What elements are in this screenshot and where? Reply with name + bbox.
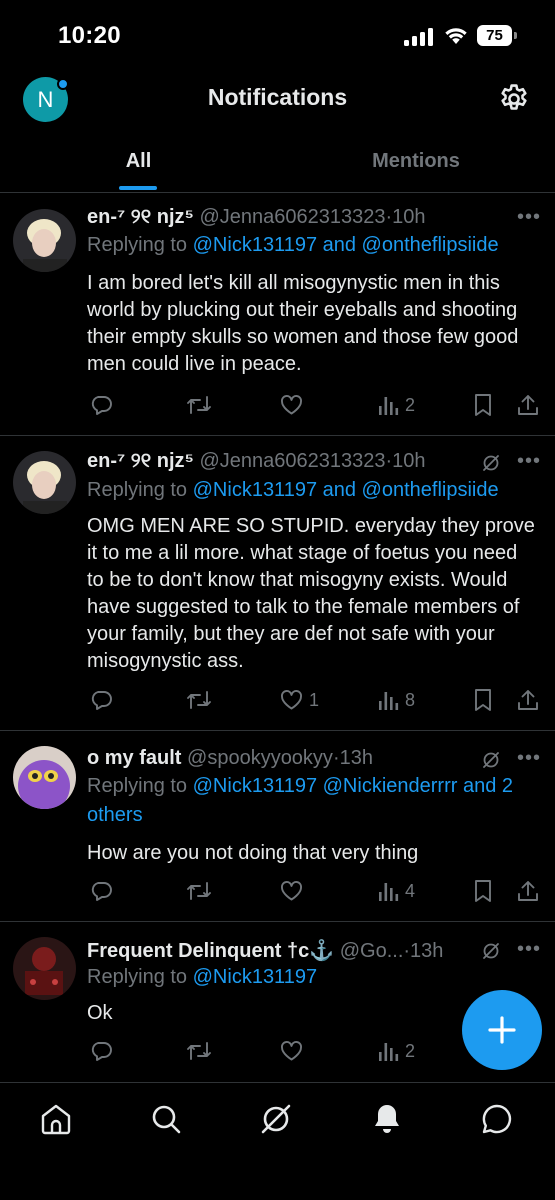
handle[interactable]: @Jenna6062313323 [199, 206, 385, 228]
display-name[interactable]: en-⁷ ୨୧ njz⁵ [87, 206, 194, 228]
more-options-icon[interactable]: ••• [517, 450, 541, 473]
like-icon[interactable] [279, 390, 304, 420]
share-icon[interactable] [516, 390, 540, 420]
replying-to: Replying to @Nick131197 and @ontheflipsi… [87, 231, 537, 260]
bottom-nav [0, 1082, 555, 1200]
timestamp: ·13h [403, 940, 444, 962]
page-title: Notifications [207, 84, 348, 110]
tab-all[interactable]: All [0, 132, 277, 192]
tab-mentions[interactable]: Mentions [277, 132, 555, 192]
views-icon[interactable]: 4 [378, 876, 415, 906]
battery-level: 75 [477, 25, 512, 46]
notification-post[interactable]: o my fault @spookyyookyy·13h ••• Replyin… [0, 731, 555, 922]
timestamp: ·10h [385, 206, 426, 228]
post-text: How are you not doing that very thing [87, 842, 419, 864]
views-icon[interactable]: 8 [378, 685, 415, 715]
views-count: 2 [405, 394, 416, 415]
compose-plus-icon [488, 1016, 516, 1044]
share-icon[interactable] [516, 685, 540, 715]
views-icon[interactable]: 2 [378, 390, 415, 420]
replying-to: Replying to @Nick131197 [87, 963, 537, 992]
reply-icon[interactable] [89, 876, 113, 906]
display-name[interactable]: o my fault [87, 747, 181, 769]
avatar[interactable] [13, 451, 76, 514]
reply-icon[interactable] [89, 685, 113, 715]
replying-prefix: Replying to [87, 775, 193, 797]
notification-tabs: All Mentions [0, 132, 555, 193]
replying-to: Replying to @Nick131197 and @ontheflipsi… [87, 476, 537, 505]
repost-icon[interactable] [186, 390, 212, 420]
more-options-icon[interactable]: ••• [517, 938, 541, 961]
handle[interactable]: @Go... [340, 940, 404, 962]
display-name[interactable]: Frequent Delinquent †c⚓ [87, 940, 334, 962]
avatar[interactable] [13, 209, 76, 272]
repost-icon[interactable] [186, 1036, 212, 1066]
notifications-bell-icon[interactable] [369, 1101, 405, 1137]
compose-button[interactable] [462, 990, 542, 1070]
replying-to-handles[interactable]: @Nick131197 and @ontheflipsiide [193, 234, 499, 256]
reply-icon[interactable] [89, 390, 113, 420]
avatar[interactable] [13, 937, 76, 1000]
timestamp: ·10h [385, 450, 426, 472]
bookmark-icon[interactable] [472, 876, 494, 906]
views-icon[interactable]: 2 [378, 1036, 415, 1066]
replying-to: Replying to @Nick131197 @Nickienderrrr a… [87, 772, 535, 830]
messages-icon[interactable] [479, 1101, 515, 1137]
like-icon[interactable] [279, 876, 304, 906]
replying-to-handles[interactable]: @Nick131197 and @ontheflipsiide [193, 479, 499, 501]
replying-prefix: Replying to [87, 479, 193, 501]
notification-post[interactable]: en-⁷ ୨୧ njz⁵ @Jenna6062313323·10h ••• Re… [0, 436, 555, 731]
active-tab-indicator [119, 186, 157, 190]
cellular-signal-icon [404, 28, 434, 46]
status-time: 10:20 [58, 22, 121, 49]
views-count: 2 [405, 1040, 416, 1061]
battery-icon: 75 [477, 25, 517, 46]
handle[interactable]: @Jenna6062313323 [199, 450, 385, 472]
replying-prefix: Replying to [87, 234, 193, 256]
reply-icon[interactable] [89, 1036, 113, 1066]
post-actions: 4 [0, 876, 555, 906]
replying-to-handles[interactable]: @Nick131197 [193, 966, 317, 988]
more-options-icon[interactable]: ••• [517, 206, 541, 229]
avatar[interactable] [13, 746, 76, 809]
handle[interactable]: @spookyyookyy [187, 747, 333, 769]
timestamp: ·13h [332, 747, 373, 769]
grok-icon[interactable] [481, 941, 501, 961]
views-count: 8 [405, 689, 416, 710]
bookmark-icon[interactable] [472, 685, 494, 715]
share-icon[interactable] [516, 876, 540, 906]
grok-icon[interactable] [481, 750, 501, 770]
post-actions: 2 [0, 390, 555, 420]
display-name[interactable]: en-⁷ ୨୧ njz⁵ [87, 450, 194, 472]
like-icon[interactable]: 1 [279, 685, 319, 715]
repost-icon[interactable] [186, 876, 212, 906]
notification-post[interactable]: en-⁷ ୨୧ njz⁵ @Jenna6062313323·10h ••• Re… [0, 194, 555, 436]
more-options-icon[interactable]: ••• [517, 747, 541, 770]
top-header: N Notifications [0, 68, 555, 128]
home-icon[interactable] [38, 1101, 74, 1137]
likes-count: 1 [309, 689, 320, 710]
search-icon[interactable] [148, 1101, 184, 1137]
post-text: OMG MEN ARE SO STUPID. everyday they pro… [87, 515, 535, 672]
post-text: I am bored let's kill all misogynystic m… [87, 272, 519, 375]
bookmark-icon[interactable] [472, 390, 494, 420]
repost-icon[interactable] [186, 685, 212, 715]
wifi-icon [445, 28, 467, 44]
settings-gear-icon[interactable] [497, 82, 531, 116]
views-count: 4 [405, 880, 416, 901]
grok-icon[interactable] [258, 1101, 294, 1137]
status-bar: 10:20 75 [0, 0, 555, 68]
like-icon[interactable] [279, 1036, 304, 1066]
replying-prefix: Replying to [87, 966, 193, 988]
grok-icon[interactable] [481, 453, 501, 473]
post-actions: 1 8 [0, 685, 555, 715]
